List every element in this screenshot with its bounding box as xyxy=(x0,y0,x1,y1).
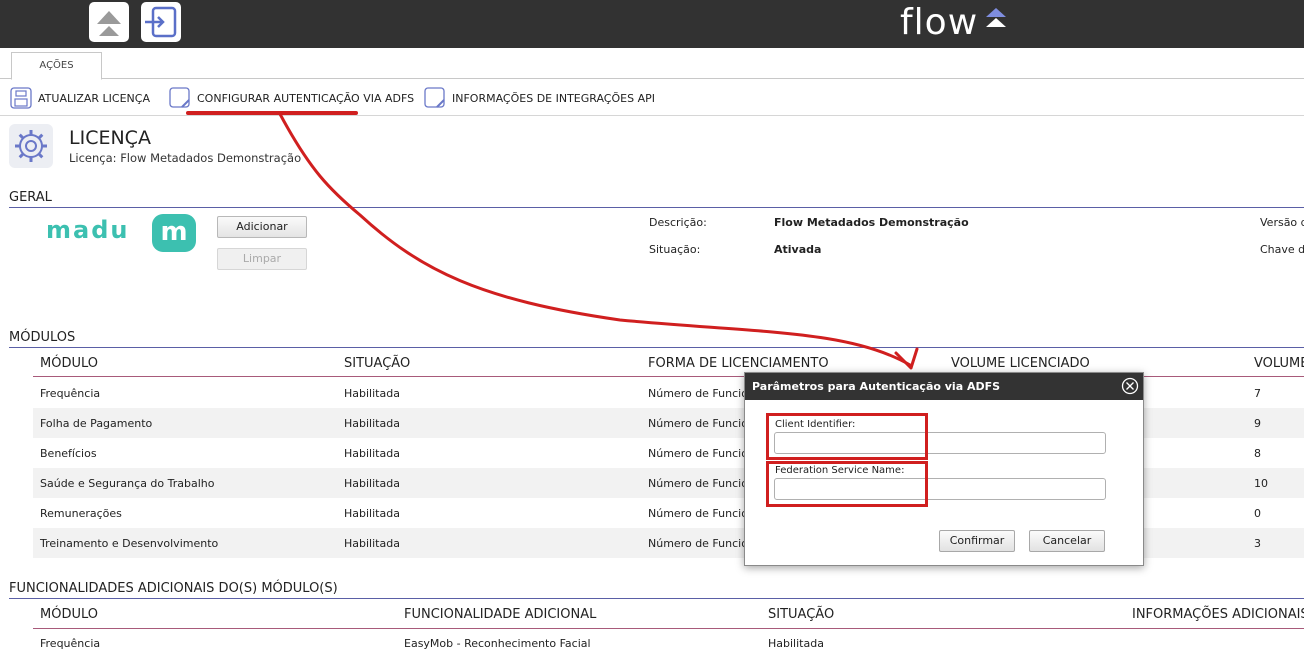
table-row[interactable]: Frequência EasyMob - Reconhecimento Faci… xyxy=(33,630,1304,660)
dialog-title: Parâmetros para Autenticação via ADFS xyxy=(752,380,1001,393)
cell-modulo: Saúde e Segurança do Trabalho xyxy=(40,477,215,490)
madu-logo-text: madu xyxy=(46,216,130,244)
cell-situacao: Habilitada xyxy=(344,447,400,460)
chave-label: Chave do xyxy=(1260,243,1304,256)
cell-volume: 8 xyxy=(1254,447,1261,460)
column-header: MÓDULO xyxy=(40,356,98,371)
cell-volume: 0 xyxy=(1254,507,1261,520)
configurar-adfs-button[interactable]: CONFIGURAR AUTENTICAÇÃO VIA ADFS xyxy=(169,87,414,109)
cell-volume: 7 xyxy=(1254,387,1261,400)
column-header: SITUAÇÃO xyxy=(768,607,835,622)
configurar-adfs-label: CONFIGURAR AUTENTICAÇÃO VIA ADFS xyxy=(197,91,415,105)
situacao-label: Situação: xyxy=(649,243,701,256)
cell-forma: Número de Funcion xyxy=(648,417,755,430)
column-header: FUNCIONALIDADE ADICIONAL xyxy=(404,607,597,622)
versao-label: Versão da xyxy=(1260,216,1304,229)
cell-volume: 10 xyxy=(1254,477,1268,490)
login-icon[interactable] xyxy=(141,2,181,42)
flow-logo-text: flow xyxy=(900,2,979,43)
section-funcionalidades-heading: FUNCIONALIDADES ADICIONAIS DO(S) MÓDULO(… xyxy=(9,581,1304,599)
section-geral-heading: GERAL xyxy=(9,190,1304,208)
cell-funcionalidade: EasyMob - Reconhecimento Facial xyxy=(404,637,591,650)
atualizar-licenca-label: ATUALIZAR LICENÇA xyxy=(38,91,150,105)
edit-icon xyxy=(424,87,445,108)
adicionar-button[interactable]: Adicionar xyxy=(217,216,307,238)
cell-forma: Número de Funcion xyxy=(648,387,755,400)
home-icon[interactable] xyxy=(89,2,129,42)
gear-icon xyxy=(9,124,53,168)
top-bar: flow xyxy=(0,0,1304,48)
cell-modulo: Folha de Pagamento xyxy=(40,417,153,430)
gear-icon-graphic xyxy=(15,130,47,162)
cell-situacao: Habilitada xyxy=(344,477,400,490)
column-header: VOLUME xyxy=(1254,356,1304,371)
cell-situacao: Habilitada xyxy=(768,637,824,650)
tab-acoes[interactable]: AÇÕES xyxy=(11,52,102,80)
annotation-underline xyxy=(186,111,358,115)
confirmar-button[interactable]: Confirmar xyxy=(939,530,1015,552)
cell-forma: Número de Funcion xyxy=(648,477,755,490)
cancelar-button[interactable]: Cancelar xyxy=(1029,530,1105,552)
descricao-label: Descrição: xyxy=(649,216,707,229)
flow-logo: flow xyxy=(900,2,978,43)
atualizar-licenca-button[interactable]: ATUALIZAR LICENÇA xyxy=(10,87,150,109)
save-icon xyxy=(10,87,32,109)
informacoes-api-button[interactable]: INFORMAÇÕES DE INTEGRAÇÕES API xyxy=(424,87,655,109)
page-title: LICENÇA xyxy=(69,127,151,149)
cell-modulo: Frequência xyxy=(40,387,101,400)
page-subtitle: Licença: Flow Metadados Demonstração xyxy=(69,151,302,165)
tab-strip: AÇÕES xyxy=(0,48,1304,80)
column-header: FORMA DE LICENCIAMENTO xyxy=(648,356,829,371)
cell-forma: Número de Funcion xyxy=(648,447,755,460)
cell-volume: 9 xyxy=(1254,417,1261,430)
cell-modulo: Benefícios xyxy=(40,447,97,460)
column-header: MÓDULO xyxy=(40,607,98,622)
limpar-button: Limpar xyxy=(217,248,307,270)
column-header: SITUAÇÃO xyxy=(344,356,411,371)
cell-situacao: Habilitada xyxy=(344,387,400,400)
column-header: VOLUME LICENCIADO xyxy=(951,356,1090,371)
flow-logo-mark-icon xyxy=(986,8,1006,27)
cell-situacao: Habilitada xyxy=(344,537,400,550)
close-icon[interactable] xyxy=(1121,377,1139,395)
cell-forma: Número de Funcion xyxy=(648,507,755,520)
column-header: INFORMAÇÕES ADICIONAIS xyxy=(1132,607,1304,622)
login-icon-graphic xyxy=(145,6,177,38)
section-modulos-heading: MÓDULOS xyxy=(9,330,1304,348)
adfs-dialog: Parâmetros para Autenticação via ADFS Cl… xyxy=(744,372,1144,566)
madu-logo-mark: m xyxy=(152,214,196,252)
cell-forma: Número de Funcion xyxy=(648,537,755,550)
home-icon-graphic xyxy=(97,11,121,36)
cell-situacao: Habilitada xyxy=(344,417,400,430)
annotation-box xyxy=(766,413,928,460)
informacoes-api-label: INFORMAÇÕES DE INTEGRAÇÕES API xyxy=(452,91,655,105)
edit-icon xyxy=(169,87,190,108)
cell-modulo: Treinamento e Desenvolvimento xyxy=(40,537,219,550)
cell-volume: 3 xyxy=(1254,537,1261,550)
dialog-header: Parâmetros para Autenticação via ADFS xyxy=(745,373,1143,400)
cell-situacao: Habilitada xyxy=(344,507,400,520)
table-header-divider xyxy=(33,628,1304,629)
cell-modulo: Frequência xyxy=(40,637,101,650)
annotation-box xyxy=(766,461,928,507)
cell-modulo: Remunerações xyxy=(40,507,122,520)
descricao-value: Flow Metadados Demonstração xyxy=(774,216,969,229)
situacao-value: Ativada xyxy=(774,243,822,256)
